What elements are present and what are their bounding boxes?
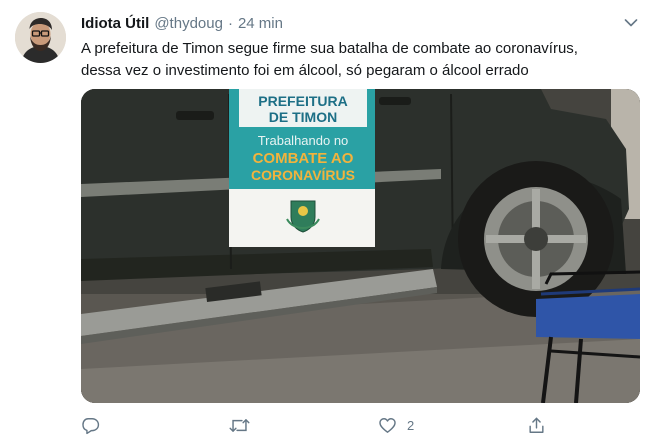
sign-text: Trabalhando no xyxy=(258,133,349,148)
avatar[interactable] xyxy=(15,12,66,63)
retweet-icon xyxy=(229,418,250,432)
tweet-actions: 2 xyxy=(81,414,561,436)
reply-icon xyxy=(82,417,100,434)
header-separator: · xyxy=(227,14,233,32)
tweet-header: Idiota Útil @thydoug · 24 min xyxy=(81,12,283,34)
tweet-media-image[interactable]: PREFEITURA DE TIMON Trabalhando no COMBA… xyxy=(81,89,640,403)
share-button[interactable] xyxy=(527,414,556,436)
tweet-timestamp[interactable]: 24 min xyxy=(238,15,283,32)
chevron-down-icon xyxy=(624,19,638,27)
sign-text: DE TIMON xyxy=(269,109,337,125)
tweet-text-line: A prefeitura de Timon segue firme sua ba… xyxy=(81,40,578,57)
retweet-button[interactable] xyxy=(229,414,260,436)
heart-icon xyxy=(379,417,396,433)
sign-text: CORONAVÍRUS xyxy=(251,167,355,183)
tweet-text: A prefeitura de Timon segue firme sua ba… xyxy=(81,38,651,82)
tweet-menu-button[interactable] xyxy=(622,14,640,32)
sign-text: PREFEITURA xyxy=(258,93,347,109)
author-name[interactable]: Idiota Útil xyxy=(81,15,149,32)
tweet-text-line: dessa vez o investimento foi em álcool, … xyxy=(81,62,529,79)
share-icon xyxy=(529,417,544,433)
like-button[interactable]: 2 xyxy=(378,414,414,436)
reply-button[interactable] xyxy=(81,414,110,436)
tweet-card[interactable]: Idiota Útil @thydoug · 24 min A prefeitu… xyxy=(0,0,665,445)
like-count: 2 xyxy=(407,417,415,433)
author-handle[interactable]: @thydoug xyxy=(154,15,223,32)
sign-text: COMBATE AO xyxy=(253,150,354,167)
